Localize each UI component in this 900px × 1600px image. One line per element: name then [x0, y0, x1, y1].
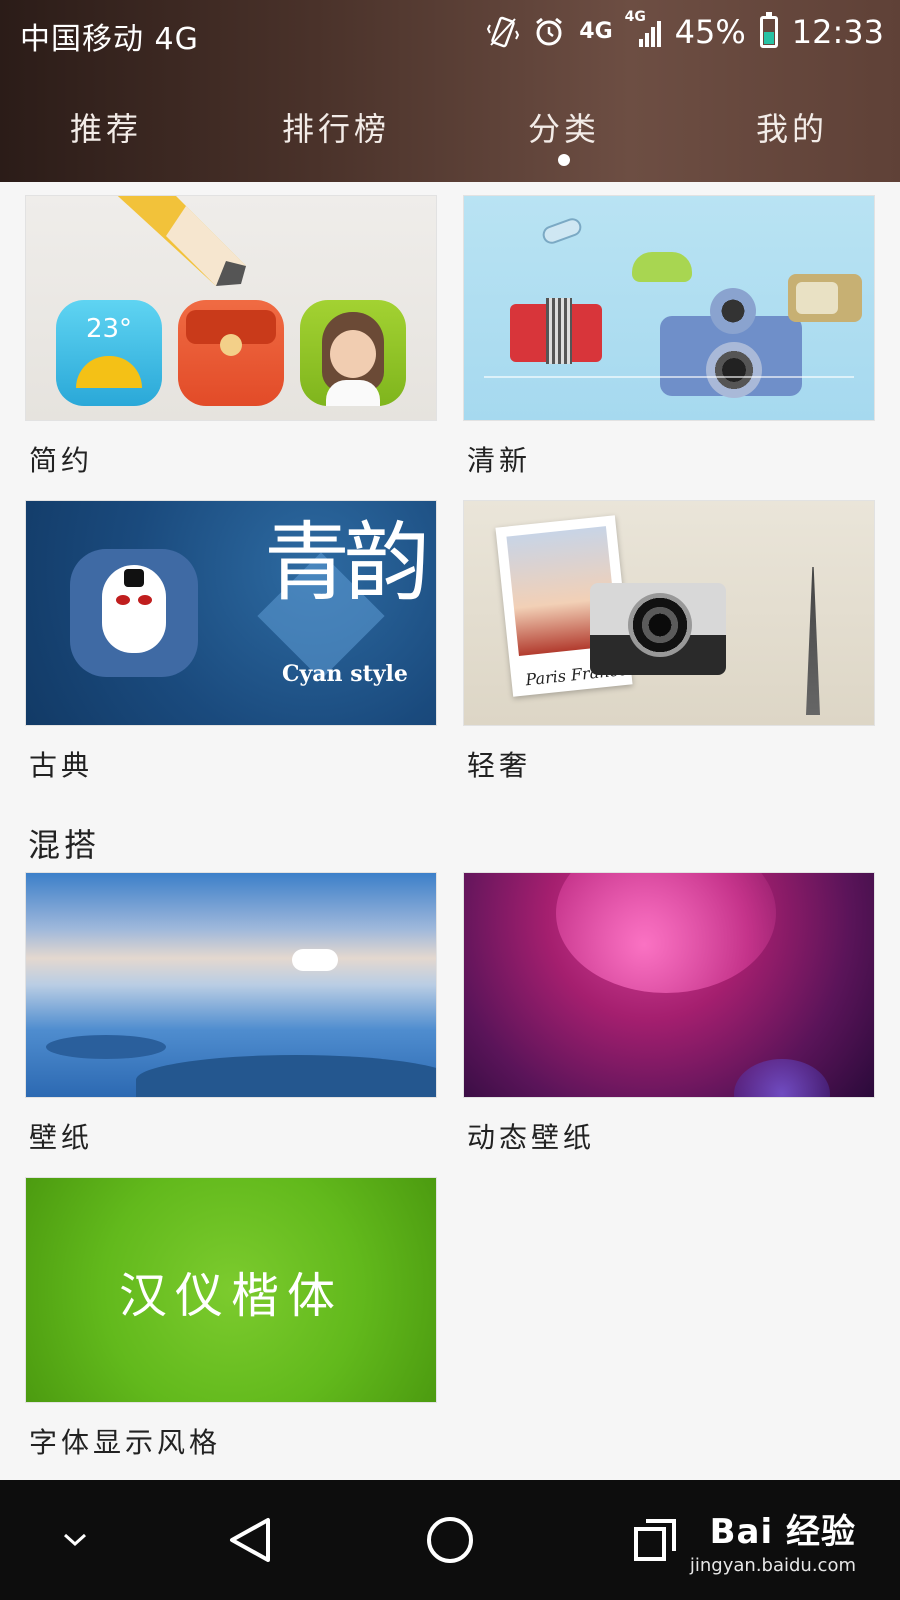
alarm-icon	[533, 16, 565, 48]
category-label: 简约	[29, 444, 94, 477]
tab-ranking[interactable]: 排行榜	[256, 104, 416, 150]
category-label: 清新	[467, 444, 532, 477]
category-label: 轻奢	[467, 749, 532, 782]
tab-mine[interactable]: 我的	[712, 104, 872, 150]
camera-illustration	[590, 583, 726, 675]
tab-label: 推荐	[69, 110, 142, 148]
status-icons: 4G 4G 45% 12:33	[487, 9, 884, 52]
watermark-url: jingyan.baidu.com	[689, 1555, 856, 1576]
category-card-simple[interactable]: 23° 简约	[25, 195, 437, 479]
bottle-illustration	[540, 215, 584, 247]
category-thumbnail	[463, 195, 875, 421]
opera-mask-icon	[70, 549, 198, 677]
watermark-logo: Bai 经验	[709, 1512, 856, 1552]
tab-category[interactable]: 分类	[484, 104, 644, 150]
category-card-classic[interactable]: 青韵 Cyan style 古典	[25, 500, 437, 784]
water-line	[484, 376, 854, 378]
section-title-mix: 混搭	[28, 826, 101, 864]
signal-icon: 4G	[625, 9, 661, 49]
tab-recommend[interactable]: 推荐	[26, 104, 186, 150]
category-card-live-wallpaper[interactable]: 动态壁纸	[463, 872, 875, 1156]
category-thumbnail	[25, 872, 437, 1098]
battery-icon	[759, 12, 778, 48]
category-card-light-luxury[interactable]: Paris France 轻奢	[463, 500, 875, 784]
island-shape	[46, 1035, 166, 1059]
eiffel-tower-illustration	[778, 567, 848, 715]
island-shape	[136, 1055, 436, 1097]
category-label: 古典	[29, 749, 94, 782]
bubble-shape	[734, 1059, 830, 1097]
baidu-jingyan-watermark: Bai 经验 jingyan.baidu.com	[690, 1504, 856, 1576]
accordion-illustration	[510, 298, 602, 364]
category-thumbnail: 青韵 Cyan style	[25, 500, 437, 726]
category-thumbnail: Paris France	[463, 500, 875, 726]
recents-icon[interactable]	[620, 1480, 690, 1600]
system-navigation-bar: Bai 经验 jingyan.baidu.com	[0, 1480, 900, 1600]
category-label: 动态壁纸	[467, 1121, 596, 1154]
bubble-shape	[556, 873, 776, 993]
tv-illustration	[788, 274, 862, 322]
network-type-label: 4G	[579, 19, 613, 44]
category-card-font-style[interactable]: 汉仪楷体 字体显示风格	[25, 1177, 437, 1461]
classic-art-subtitle: Cyan style	[282, 661, 408, 687]
vibrate-icon	[487, 15, 520, 49]
category-label: 字体显示风格	[29, 1426, 222, 1459]
network-4g-indicator: 4G	[579, 19, 613, 44]
category-card-wallpaper[interactable]: 壁纸	[25, 872, 437, 1156]
active-tab-indicator	[558, 154, 570, 166]
clock: 12:33	[791, 13, 884, 51]
tab-label: 排行榜	[281, 110, 390, 148]
pencil-illustration	[117, 196, 246, 286]
category-thumbnail	[463, 872, 875, 1098]
category-label: 壁纸	[29, 1121, 94, 1154]
category-card-fresh[interactable]: 清新	[463, 195, 875, 479]
tab-label: 我的	[755, 110, 828, 148]
classic-art-title: 青韵	[264, 513, 430, 613]
category-thumbnail: 23°	[25, 195, 437, 421]
avatar-app-icon	[300, 300, 406, 406]
network-type-secondary: 4G	[624, 9, 646, 25]
carrier-label: 中国移动 4G	[20, 22, 199, 57]
font-sample-text: 汉仪楷体	[118, 1268, 343, 1324]
weather-temp: 23°	[85, 314, 133, 344]
status-bar: 中国移动 4G 4G 4G 45% 12:33	[0, 0, 900, 66]
battery-percent: 45%	[674, 13, 746, 51]
app-header: 中国移动 4G 4G 4G 45% 12:33 推荐 排行榜 分类 我的	[0, 0, 900, 182]
cloud-shape	[292, 949, 338, 971]
wallet-app-icon	[178, 300, 284, 406]
chevron-down-icon[interactable]	[40, 1480, 110, 1600]
camera-illustration	[660, 288, 802, 398]
island-illustration	[632, 252, 692, 282]
back-icon[interactable]	[210, 1480, 290, 1600]
home-icon[interactable]	[410, 1480, 490, 1600]
tab-label: 分类	[527, 110, 600, 148]
weather-app-icon: 23°	[56, 300, 162, 406]
category-thumbnail: 汉仪楷体	[25, 1177, 437, 1403]
